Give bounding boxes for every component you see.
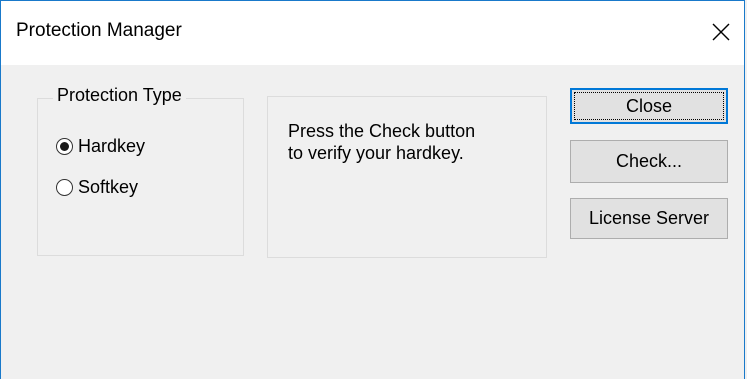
hardkey-label: Hardkey	[78, 136, 146, 156]
check-button-label: Check...	[615, 151, 683, 171]
close-button-label: Close	[625, 95, 673, 116]
close-button[interactable]: Close	[570, 88, 728, 124]
close-icon	[712, 23, 730, 41]
license-server-button-label: License Server	[588, 208, 710, 228]
message-line-1: Press the Check button	[288, 121, 476, 141]
message-line-2: to verify your hardkey.	[288, 143, 464, 163]
protection-manager-window: Protection Manager Protection Type Hardk…	[0, 0, 745, 379]
softkey-radio[interactable]: Softkey	[56, 177, 138, 198]
check-button[interactable]: Check...	[570, 140, 728, 183]
radio-circle[interactable]	[56, 179, 73, 196]
protection-type-legend: Protection Type	[53, 85, 186, 106]
window-close-button[interactable]	[698, 1, 744, 65]
title-bar[interactable]: Protection Manager	[1, 1, 744, 65]
radio-dot	[60, 142, 69, 151]
window-title: Protection Manager	[16, 20, 182, 41]
hardkey-radio[interactable]: Hardkey	[56, 136, 145, 157]
softkey-label: Softkey	[78, 177, 139, 197]
radio-circle-selected[interactable]	[56, 138, 73, 155]
license-server-button[interactable]: License Server	[570, 198, 728, 239]
